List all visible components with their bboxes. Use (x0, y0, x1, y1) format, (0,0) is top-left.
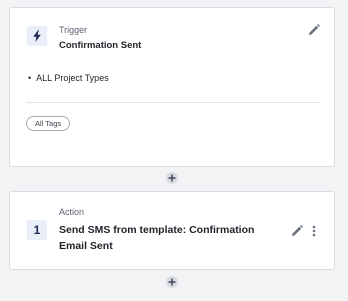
trigger-title: Confirmation Sent (59, 40, 142, 51)
lightning-icon (32, 30, 42, 42)
bullet: • (28, 73, 32, 83)
action-card[interactable]: Action 1 Send SMS from template: Confirm… (9, 191, 335, 270)
trigger-badge (27, 26, 47, 46)
plus-icon (168, 174, 176, 182)
action-eyebrow: Action (59, 207, 85, 217)
add-step-button[interactable] (166, 276, 178, 288)
trigger-eyebrow: Trigger (59, 25, 88, 35)
action-title: Send SMS from template: Confirmation Ema… (59, 224, 255, 252)
project-type-label: ALL Project Types (36, 73, 109, 83)
tag-filter-pill[interactable]: All Tags (26, 116, 71, 131)
project-type-condition: • ALL Project Types (28, 72, 109, 84)
plus-icon (168, 278, 176, 286)
more-vertical-icon[interactable] (309, 224, 319, 238)
pencil-icon[interactable] (290, 224, 304, 238)
trigger-card[interactable]: Trigger Confirmation Sent • ALL Project … (9, 7, 335, 167)
pencil-icon[interactable] (307, 23, 321, 37)
step-number-badge: 1 (27, 220, 47, 240)
add-step-button[interactable] (166, 172, 178, 184)
step-number: 1 (33, 223, 41, 237)
divider (26, 102, 320, 103)
